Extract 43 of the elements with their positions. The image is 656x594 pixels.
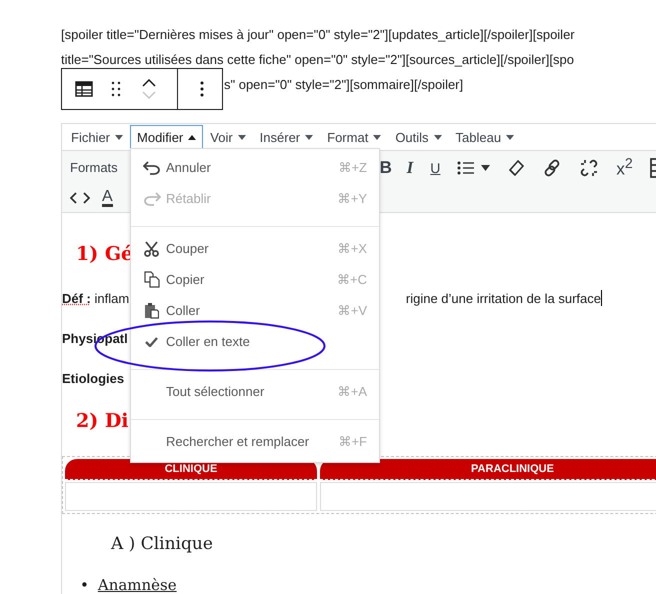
table-block-icon[interactable]	[75, 81, 93, 97]
menu-item[interactable]: Rechercher et remplacer ⌘+F	[131, 426, 379, 457]
scissors-icon	[144, 240, 159, 256]
menu-item[interactable]: Annuler ⌘+Z	[131, 152, 379, 183]
shortcode-text: s" open="0" style="2"][sommaire][/spoiler]	[224, 77, 464, 92]
table-header-cell: PARACLINIQUE	[320, 459, 656, 480]
menu-bar-item[interactable]: Tableau	[448, 124, 522, 150]
menu-item[interactable]: Coller en texte	[131, 326, 379, 357]
formats-dropdown[interactable]: Formats	[70, 160, 118, 175]
link-icon[interactable]	[542, 158, 562, 178]
menu-item[interactable]: Coller ⌘+V	[131, 295, 379, 326]
text-cursor	[601, 290, 602, 306]
bold-button[interactable]: B	[380, 158, 390, 178]
underline-button[interactable]: U	[430, 160, 440, 176]
italic-button[interactable]: I	[406, 158, 414, 178]
definition-text: rigine d’une irritation de la surface	[406, 290, 601, 308]
shortcode-text: [spoiler title="Dernières mises à jour" open="0" style="2"][updates_article][/spoiler][spoiler	[61, 27, 575, 42]
undo-icon	[142, 160, 160, 174]
menu-bar-item[interactable]: Outils	[388, 124, 449, 150]
eraser-icon[interactable]	[507, 158, 526, 176]
unlink-icon[interactable]	[579, 158, 600, 178]
list-item-link[interactable]: Anamnèse	[98, 576, 177, 594]
redo-icon	[142, 192, 160, 206]
drag-handle-icon[interactable]	[111, 81, 121, 97]
paragraph-label: Etiologies	[62, 370, 124, 388]
text-color-button[interactable]: A	[102, 190, 113, 206]
menu-item[interactable]: Copier ⌘+C	[131, 264, 379, 295]
menu-item[interactable]: Tout sélectionner ⌘+A	[131, 376, 379, 407]
shortcode-text: title="Sources utilisées dans cette fiche" open="0" style="2"][sources_article][/spoiler][spo	[61, 52, 574, 67]
clipboard-icon	[144, 302, 159, 319]
more-options-icon[interactable]	[200, 81, 204, 97]
copy-icon	[144, 271, 160, 288]
menu-bar-item[interactable]: Fichier	[64, 124, 130, 150]
move-up-icon[interactable]	[142, 79, 156, 87]
superscript-button[interactable]: x$^{2}$	[616, 156, 633, 180]
definition-text: Déf : inflam	[62, 290, 130, 308]
code-icon[interactable]	[70, 192, 90, 204]
bullet: •	[80, 576, 89, 594]
bullet-list-icon[interactable]	[457, 160, 476, 176]
section-heading: 2) Di	[76, 410, 129, 432]
menu-item[interactable]: Couper ⌘+X	[131, 233, 379, 264]
subheading: A ) Clinique	[110, 533, 214, 556]
caret-icon[interactable]	[481, 164, 490, 170]
